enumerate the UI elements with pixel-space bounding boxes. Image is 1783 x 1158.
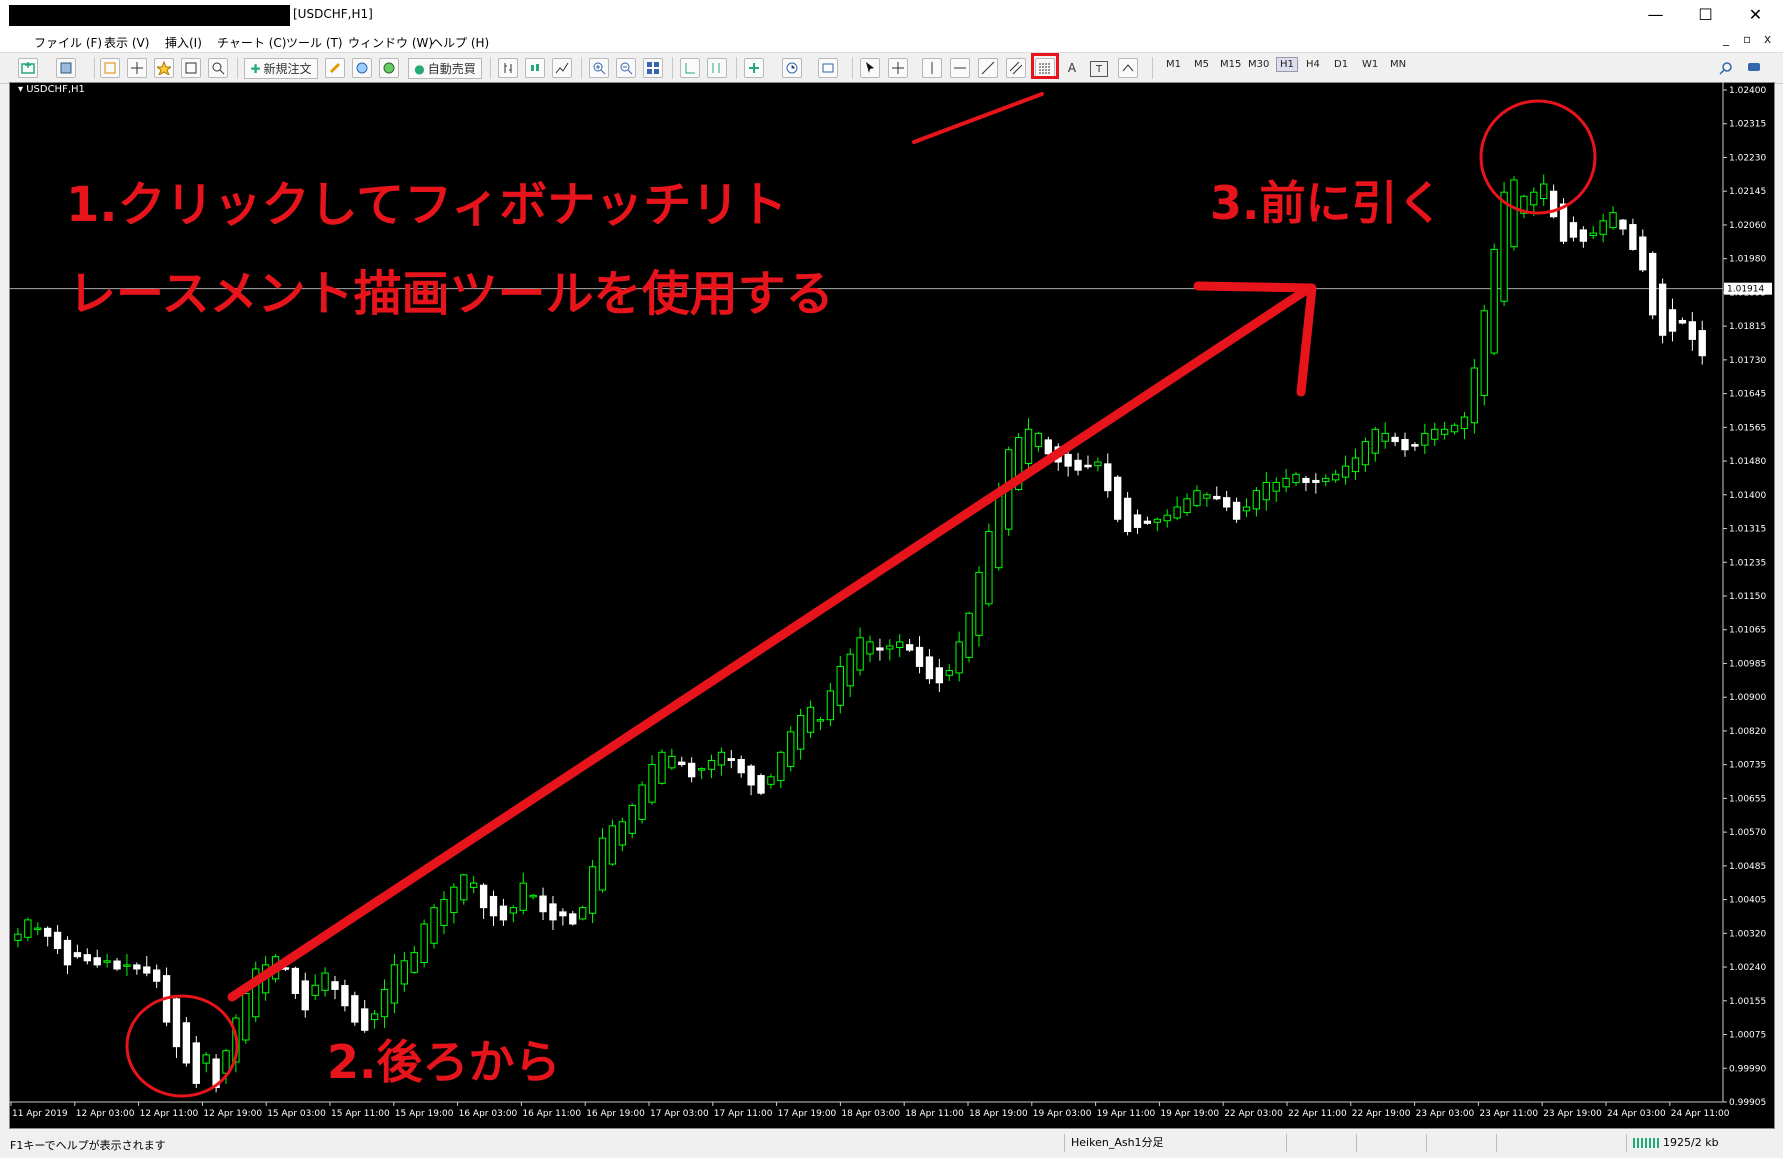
drag-direction-arrow <box>227 284 1313 1002</box>
status-profile: Heiken_Ash1分足 <box>1064 1134 1291 1152</box>
status-help-text: F1キーでヘルプが表示されます <box>10 1139 166 1152</box>
callout-pointer-line <box>912 92 1044 144</box>
step1-line2-annotation: レースメント描画ツールを使用する <box>68 266 834 322</box>
mt4-window: [USDCHF,H1] — ☐ ✕ ファイル (F) 表示 (V) 挿入(I) … <box>0 0 1783 1158</box>
start-circle <box>125 994 239 1098</box>
end-circle <box>1479 99 1597 215</box>
step3-annotation: 3.前に引く <box>1210 176 1444 230</box>
status-cell-empty <box>1496 1134 1571 1152</box>
status-connection-text: 1925/2 kb <box>1663 1136 1719 1149</box>
step1-line1-annotation: 1.クリックしてフィボナッチリト <box>66 177 788 233</box>
connection-bars-icon <box>1633 1138 1659 1148</box>
status-cell-empty <box>1286 1134 1361 1152</box>
status-cell-empty <box>1356 1134 1431 1152</box>
step2-annotation: 2.後ろから <box>327 1035 561 1089</box>
status-cell-empty <box>1426 1134 1501 1152</box>
status-bar: F1キーでヘルプが表示されます Heiken_Ash1分足 1925/2 kb <box>0 1130 1783 1158</box>
status-connection: 1925/2 kb <box>1626 1134 1773 1152</box>
